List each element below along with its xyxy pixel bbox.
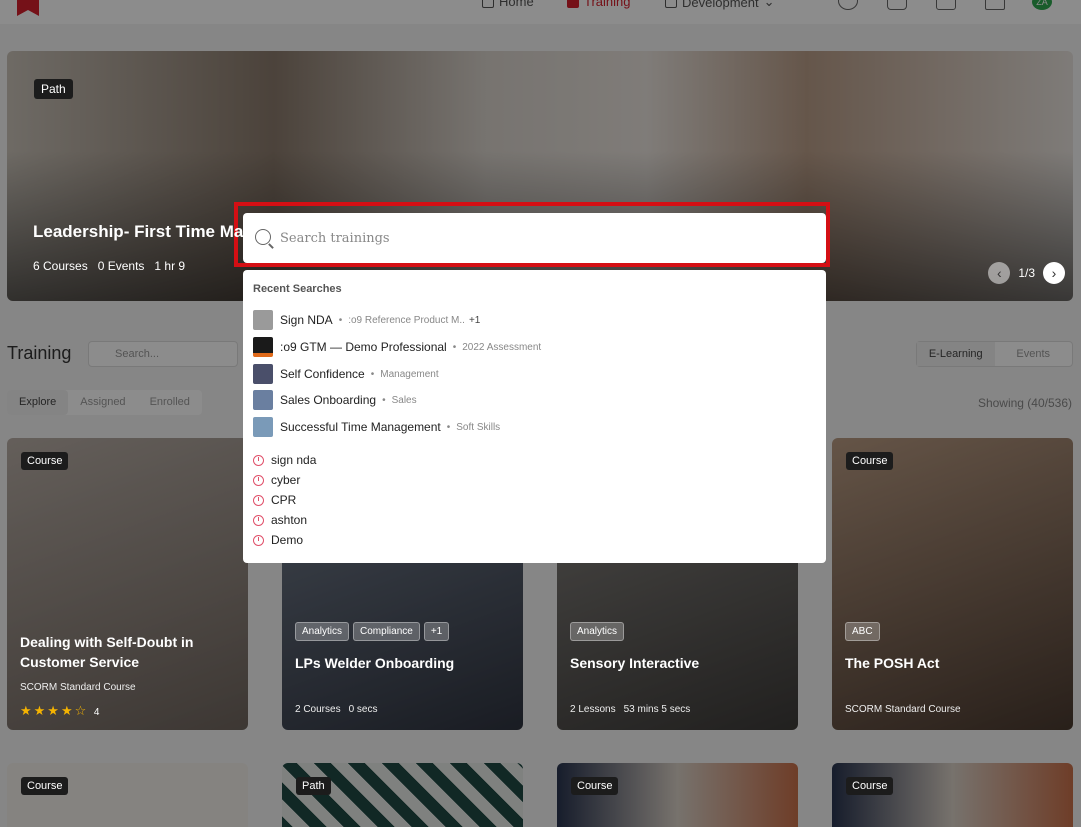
separator-dot: •: [446, 421, 451, 433]
recent-category: 2022 Assessment: [462, 341, 542, 353]
hero-pagination: ‹ 1/3 ›: [988, 262, 1065, 284]
recent-extra: +1: [468, 314, 481, 326]
history-text: CPR: [271, 493, 297, 507]
recent-category: Management: [380, 368, 439, 380]
search-box[interactable]: [243, 213, 826, 263]
search-suggestions: Recent Searches Sign NDA • :o9 Reference…: [243, 270, 826, 563]
hero-events: 0 Events: [97, 259, 145, 273]
card-title: LPs Welder Onboarding: [295, 655, 455, 671]
search-input[interactable]: [280, 226, 810, 250]
card-type: SCORM Standard Course: [845, 704, 961, 715]
card-meta: 2 Lessons 53 mins 5 secs: [570, 704, 690, 715]
card-duration: 0 secs: [348, 704, 378, 715]
recent-category: Soft Skills: [456, 421, 501, 433]
history-item[interactable]: Demo: [253, 532, 303, 548]
card-lessons: 2 Lessons: [570, 704, 616, 715]
history-item[interactable]: cyber: [253, 472, 300, 488]
clock-icon: [253, 534, 264, 546]
card-tag: Course: [846, 452, 894, 470]
chevron-right-icon[interactable]: ›: [1043, 262, 1065, 284]
recent-category: :o9 Reference Product M..: [348, 314, 465, 326]
hero-courses: 6 Courses: [33, 259, 88, 273]
recent-title: Sign NDA: [280, 313, 333, 327]
card-type: SCORM Standard Course: [20, 682, 136, 693]
history-text: Demo: [271, 533, 304, 547]
recent-searches-heading: Recent Searches: [253, 283, 342, 295]
course-thumbnail: [253, 364, 273, 384]
history-item[interactable]: CPR: [253, 492, 296, 508]
card-courses: 2 Courses: [295, 704, 341, 715]
card-chip: +1: [423, 622, 450, 641]
course-thumbnail: [253, 337, 273, 357]
hero-tag: Path: [34, 79, 73, 99]
rating-stars: ★★★★☆ 4: [20, 703, 100, 718]
course-thumbnail: [253, 417, 273, 437]
clock-icon: [253, 494, 264, 506]
separator-dot: •: [452, 341, 457, 353]
history-item[interactable]: ashton: [253, 512, 307, 528]
card-chip: ABC: [845, 622, 880, 641]
chevron-left-icon[interactable]: ‹: [988, 262, 1011, 284]
recent-title: Sales Onboarding: [280, 393, 377, 407]
recent-item[interactable]: :o9 GTM — Demo Professional • 2022 Asses…: [253, 337, 541, 357]
separator-dot: •: [370, 368, 375, 380]
separator-dot: •: [338, 314, 343, 326]
history-text: sign nda: [271, 453, 317, 467]
card-chip: Analytics: [570, 622, 625, 641]
history-text: ashton: [271, 513, 308, 527]
hero-meta: 6 Courses 0 Events 1 hr 9: [33, 259, 185, 273]
card-chip: Analytics: [295, 622, 350, 641]
recent-category: Sales: [391, 394, 417, 406]
separator-dot: •: [382, 394, 386, 406]
recent-title: Self Confidence: [280, 367, 365, 381]
recent-item[interactable]: Self Confidence • Management: [253, 364, 439, 384]
recent-title: :o9 GTM — Demo Professional: [280, 340, 447, 354]
card-duration: 53 mins 5 secs: [623, 704, 691, 715]
card-chip: Compliance: [353, 622, 420, 641]
clock-icon: [253, 454, 264, 466]
hero-title: Leadership- First Time Ma: [33, 222, 244, 241]
card-title: Dealing with Self-Doubt in Customer Serv…: [20, 634, 194, 670]
recent-title: Successful Time Management: [280, 420, 441, 434]
course-thumbnail: [253, 390, 273, 410]
clock-icon: [253, 514, 264, 526]
rating-value: 4: [93, 707, 100, 718]
card-tag: Course: [21, 777, 69, 795]
hero-duration: 1 hr 9: [154, 259, 186, 273]
history-item[interactable]: sign nda: [253, 452, 316, 468]
recent-item[interactable]: Successful Time Management • Soft Skills: [253, 417, 500, 437]
clock-icon: [253, 474, 264, 486]
search-icon: [255, 229, 271, 245]
card-tag: Path: [296, 777, 331, 795]
card-chips: Analytics: [570, 622, 625, 641]
card-title: The POSH Act: [845, 655, 940, 671]
history-text: cyber: [271, 473, 301, 487]
course-thumbnail: [253, 310, 273, 330]
card-chips: Analytics Compliance +1: [295, 622, 450, 641]
card-title: Sensory Interactive: [570, 655, 700, 671]
card-meta: 2 Courses 0 secs: [295, 704, 377, 715]
card-tag: Course: [21, 452, 69, 470]
card-chips: ABC: [845, 622, 880, 641]
recent-item[interactable]: Sign NDA • :o9 Reference Product M.. +1: [253, 310, 480, 330]
recent-item[interactable]: Sales Onboarding • Sales: [253, 390, 417, 410]
card-tag: Course: [571, 777, 619, 795]
hero-page-count: 1/3: [1018, 266, 1035, 280]
card-tag: Course: [846, 777, 894, 795]
